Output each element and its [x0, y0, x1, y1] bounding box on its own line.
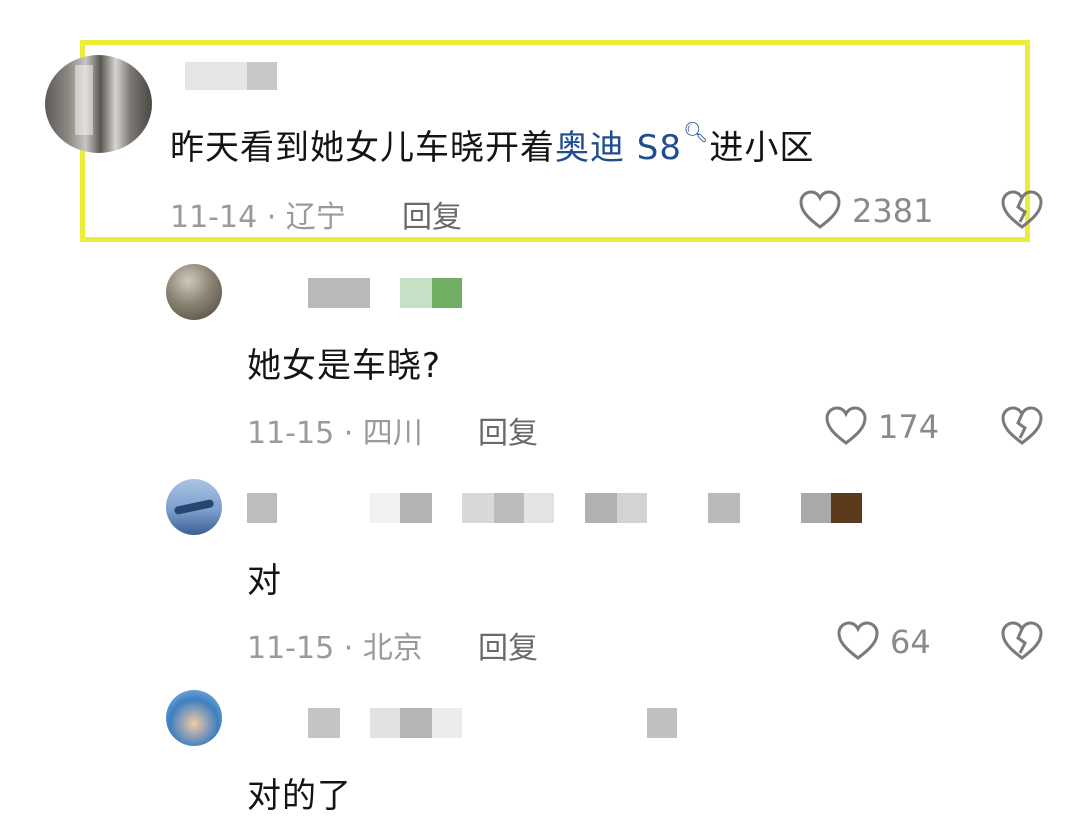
avatar[interactable]	[45, 55, 152, 153]
search-icon: 🔍︎	[683, 120, 710, 144]
comment-text: 昨天看到她女儿车晓开着奥迪 S8🔍︎进小区	[170, 120, 814, 169]
avatar[interactable]	[166, 479, 222, 535]
like-count: 64	[890, 623, 931, 661]
broken-heart-icon[interactable]	[1000, 406, 1044, 446]
heart-icon[interactable]	[836, 621, 880, 661]
reply-button[interactable]: 回复	[478, 623, 538, 667]
comment-date-location: 11-15 · 北京	[247, 631, 423, 666]
avatar[interactable]	[166, 690, 222, 746]
reply-button[interactable]: 回复	[402, 192, 462, 236]
comment-text-part: 进小区	[709, 128, 815, 168]
search-keyword-label: 奥迪 S8	[555, 128, 683, 168]
comment-date-location: 11-14 · 辽宁	[170, 200, 346, 235]
comment-text: 对	[247, 561, 282, 601]
avatar[interactable]	[166, 264, 222, 320]
search-keyword-link[interactable]: 奥迪 S8🔍︎	[555, 120, 709, 168]
reply-button[interactable]: 回复	[478, 408, 538, 452]
broken-heart-icon[interactable]	[1000, 621, 1044, 661]
heart-icon[interactable]	[798, 190, 842, 230]
comment-text: 对的了	[247, 776, 352, 816]
heart-icon[interactable]	[824, 406, 868, 446]
comment-date-location: 11-15 · 四川	[247, 416, 423, 451]
comment-text: 她女是车晓?	[247, 346, 442, 386]
like-count: 2381	[852, 192, 934, 230]
comment-text-part: 昨天看到她女儿车晓开着	[170, 128, 555, 168]
broken-heart-icon[interactable]	[1000, 190, 1044, 230]
like-count: 174	[878, 408, 940, 446]
